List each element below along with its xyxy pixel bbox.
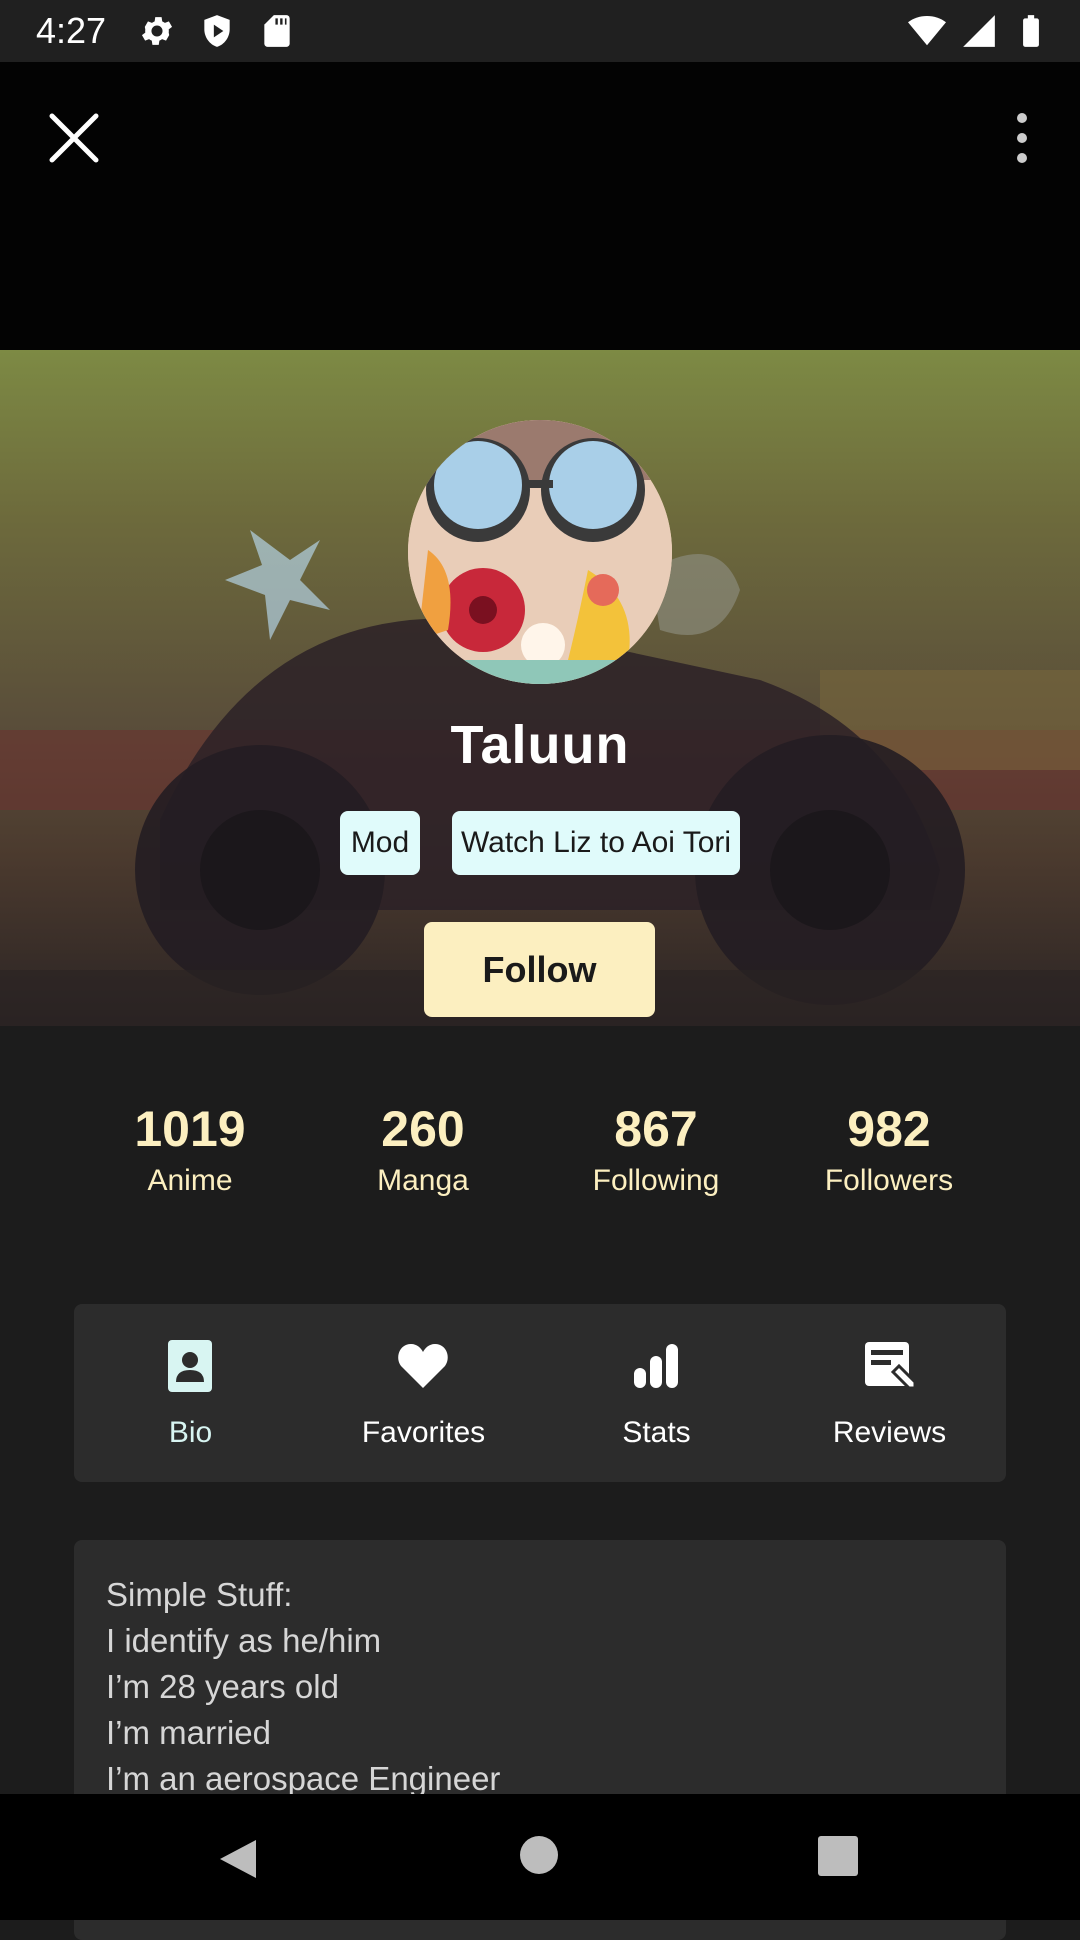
- stat-value: 260: [381, 1101, 465, 1157]
- badge-watch: Watch Liz to Aoi Tori: [452, 811, 740, 875]
- stat-label: Manga: [377, 1164, 469, 1197]
- gear-icon: [141, 17, 173, 45]
- stat-value: 1019: [134, 1101, 246, 1157]
- review-edit-icon: [865, 1342, 917, 1390]
- sd-card-icon: [264, 15, 290, 47]
- stat-label: Followers: [824, 1164, 954, 1197]
- stat-anime[interactable]: 1019 Anime: [90, 1100, 290, 1198]
- bio-line: I identify as he/him: [106, 1622, 382, 1659]
- heart-icon: [398, 1344, 448, 1388]
- tab-stats[interactable]: Stats: [540, 1304, 773, 1482]
- contact-card-icon: [168, 1340, 212, 1392]
- recents-icon[interactable]: [818, 1836, 858, 1876]
- battery-icon: [1023, 15, 1039, 47]
- status-bar: 4:27: [0, 0, 1080, 62]
- stat-value: 982: [847, 1101, 931, 1157]
- shield-icon: [204, 15, 230, 47]
- tab-favorites[interactable]: Favorites: [307, 1304, 540, 1482]
- close-icon[interactable]: [44, 108, 104, 168]
- badge-mod: Mod: [340, 811, 420, 875]
- follow-button[interactable]: Follow: [424, 922, 655, 1017]
- wifi-icon: [908, 15, 946, 46]
- stat-value: 867: [614, 1101, 698, 1157]
- app-bar: [0, 62, 1080, 350]
- bio-line: Simple Stuff:: [106, 1576, 293, 1613]
- stat-following[interactable]: 867 Following: [556, 1100, 756, 1198]
- avatar[interactable]: [408, 420, 672, 684]
- signal-icon: [963, 15, 995, 47]
- tab-label: Bio: [168, 1416, 213, 1449]
- tab-label: Stats: [622, 1416, 691, 1449]
- tab-reviews[interactable]: Reviews: [773, 1304, 1006, 1482]
- tab-label: Favorites: [361, 1416, 486, 1449]
- bar-chart-icon: [634, 1344, 678, 1388]
- stat-manga[interactable]: 260 Manga: [323, 1100, 523, 1198]
- home-icon[interactable]: [520, 1836, 558, 1874]
- avatar-image: [408, 420, 672, 684]
- bio-line: I’m married: [106, 1714, 272, 1751]
- back-icon[interactable]: [216, 1836, 262, 1882]
- tab-label: Reviews: [832, 1416, 947, 1449]
- profile-tabs: Bio Favorites Stats Reviews: [74, 1304, 1006, 1482]
- more-vert-icon[interactable]: [1004, 110, 1040, 166]
- stat-label: Anime: [147, 1164, 233, 1197]
- tab-bio[interactable]: Bio: [74, 1304, 307, 1482]
- username: Taluun: [450, 715, 630, 775]
- status-time: 4:27: [36, 10, 107, 51]
- stat-label: Following: [592, 1164, 720, 1197]
- bio-line: I’m 28 years old: [106, 1668, 339, 1705]
- stat-followers[interactable]: 982 Followers: [789, 1100, 989, 1198]
